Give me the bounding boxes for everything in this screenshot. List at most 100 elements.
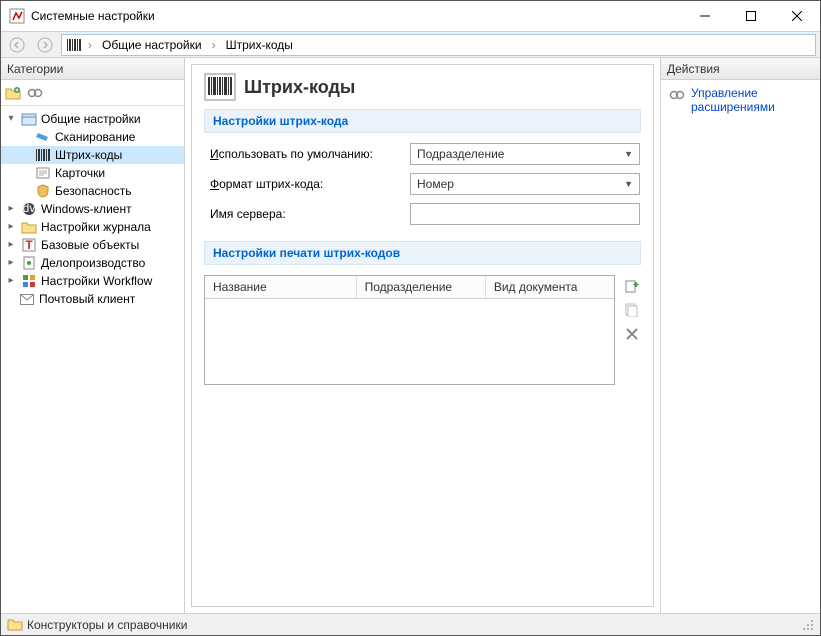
default-label: Использовать по умолчанию:	[210, 147, 410, 161]
form-row-server: Имя сервера:	[210, 203, 641, 225]
status-text: Конструкторы и справочники	[27, 618, 187, 632]
sidebar-header: Категории	[1, 58, 184, 80]
section-print-settings: Настройки печати штрих-кодов	[204, 241, 641, 265]
col-doctype[interactable]: Вид документа	[486, 276, 614, 298]
card-icon	[35, 165, 51, 181]
tree-label: Почтовый клиент	[39, 292, 135, 306]
barcode-icon	[204, 73, 236, 101]
mail-icon	[19, 291, 35, 307]
add-row-button[interactable]	[623, 277, 641, 295]
tree-label: Делопроизводство	[41, 256, 145, 270]
expand-icon[interactable]: ▸	[5, 276, 17, 286]
chevron-right-icon: ›	[86, 38, 94, 52]
copy-row-button[interactable]	[623, 301, 641, 319]
expand-icon[interactable]: ▸	[5, 222, 17, 232]
back-button[interactable]	[5, 34, 29, 56]
format-label: Формат штрих-кода:	[210, 177, 410, 191]
barcode-icon	[35, 147, 51, 163]
collapse-icon[interactable]: ▾	[5, 114, 17, 124]
print-table-wrap: Название Подразделение Вид документа	[204, 275, 641, 385]
tree-item-cards[interactable]: Карточки	[1, 164, 184, 182]
folder-new-icon[interactable]	[5, 85, 21, 101]
tree-item-journal[interactable]: ▸ Настройки журнала	[1, 218, 184, 236]
server-label: Имя сервера:	[210, 207, 410, 221]
print-table[interactable]: Название Подразделение Вид документа	[204, 275, 615, 385]
expand-icon[interactable]: ▸	[5, 240, 17, 250]
tree-label: Общие настройки	[41, 112, 141, 126]
document-icon	[21, 255, 37, 271]
scanner-icon	[35, 129, 51, 145]
tree-item-general[interactable]: ▾ Общие настройки	[1, 110, 184, 128]
chevron-down-icon: ▼	[624, 149, 633, 159]
chevron-right-icon: ›	[210, 38, 218, 52]
default-value: Подразделение	[417, 147, 504, 161]
resize-grip-icon	[802, 619, 814, 631]
statusbar: Конструкторы и справочники	[1, 613, 820, 635]
delete-row-button[interactable]	[623, 325, 641, 343]
tree-item-workflow[interactable]: ▸ Настройки Workflow	[1, 272, 184, 290]
window-title: Системные настройки	[31, 9, 682, 23]
sidebar-toolbar	[1, 80, 184, 106]
tree-label: Настройки журнала	[41, 220, 151, 234]
main-area: Категории ▾ Общие настройки Сканирование…	[1, 58, 820, 613]
minimize-button[interactable]	[682, 1, 728, 31]
close-button[interactable]	[774, 1, 820, 31]
actions-panel: Действия Управление расширениями	[660, 58, 820, 613]
table-toolbar	[623, 275, 641, 385]
format-select[interactable]: Номер ▼	[410, 173, 640, 195]
default-select[interactable]: Подразделение ▼	[410, 143, 640, 165]
tree-label: Сканирование	[55, 130, 135, 144]
navbar: › Общие настройки › Штрих-коды	[1, 31, 820, 58]
tree-item-scanning[interactable]: Сканирование	[1, 128, 184, 146]
tree-label: Штрих-коды	[55, 148, 122, 162]
server-input[interactable]	[410, 203, 640, 225]
svg-text:T: T	[25, 238, 33, 252]
tree-label: Настройки Workflow	[41, 274, 152, 288]
category-tree: ▾ Общие настройки Сканирование Штрих-код…	[1, 106, 184, 613]
barcode-icon	[66, 37, 82, 53]
chevron-down-icon: ▼	[624, 179, 633, 189]
expand-icon[interactable]: ▸	[5, 258, 17, 268]
content-inner: Штрих-коды Настройки штрих-кода Использо…	[191, 64, 654, 607]
col-name[interactable]: Название	[205, 276, 357, 298]
breadcrumb-item[interactable]: Общие настройки	[98, 37, 206, 53]
tree-item-mail-client[interactable]: Почтовый клиент	[1, 290, 184, 308]
page-title: Штрих-коды	[244, 77, 355, 98]
tree-item-barcodes[interactable]: Штрих-коды	[1, 146, 184, 164]
titlebar: Системные настройки	[1, 1, 820, 31]
sidebar: Категории ▾ Общие настройки Сканирование…	[1, 58, 185, 613]
manage-extensions-link[interactable]: Управление расширениями	[669, 86, 812, 114]
shield-icon	[35, 183, 51, 199]
address-bar[interactable]: › Общие настройки › Штрих-коды	[61, 34, 816, 56]
folder-icon	[21, 219, 37, 235]
app-icon	[9, 8, 25, 24]
folder-icon	[7, 617, 23, 633]
gears-icon[interactable]	[27, 85, 43, 101]
page-title-row: Штрих-коды	[204, 73, 641, 101]
tree-item-windows-client[interactable]: ▸ dv Windows-клиент	[1, 200, 184, 218]
tree-item-base-objects[interactable]: ▸ T Базовые объекты	[1, 236, 184, 254]
table-header: Название Подразделение Вид документа	[205, 276, 614, 299]
form-row-default: Использовать по умолчанию: Подразделение…	[210, 143, 641, 165]
gears-icon	[669, 87, 685, 103]
format-value: Номер	[417, 177, 454, 191]
maximize-button[interactable]	[728, 1, 774, 31]
settings-folder-icon	[21, 111, 37, 127]
svg-text:dv: dv	[23, 202, 36, 215]
content-panel: Штрих-коды Настройки штрих-кода Использо…	[185, 58, 660, 613]
tree-item-security[interactable]: Безопасность	[1, 182, 184, 200]
window-controls	[682, 1, 820, 31]
expand-icon[interactable]: ▸	[5, 204, 17, 214]
tree-item-office-work[interactable]: ▸ Делопроизводство	[1, 254, 184, 272]
forward-button[interactable]	[33, 34, 57, 56]
col-division[interactable]: Подразделение	[357, 276, 486, 298]
tree-label: Карточки	[55, 166, 105, 180]
tree-label: Базовые объекты	[41, 238, 139, 252]
actions-header: Действия	[661, 58, 820, 80]
workflow-icon	[21, 273, 37, 289]
windows-client-icon: dv	[21, 201, 37, 217]
base-objects-icon: T	[21, 237, 37, 253]
breadcrumb-item[interactable]: Штрих-коды	[222, 37, 297, 53]
action-link-label: Управление расширениями	[691, 86, 812, 114]
section-barcode-settings: Настройки штрих-кода	[204, 109, 641, 133]
